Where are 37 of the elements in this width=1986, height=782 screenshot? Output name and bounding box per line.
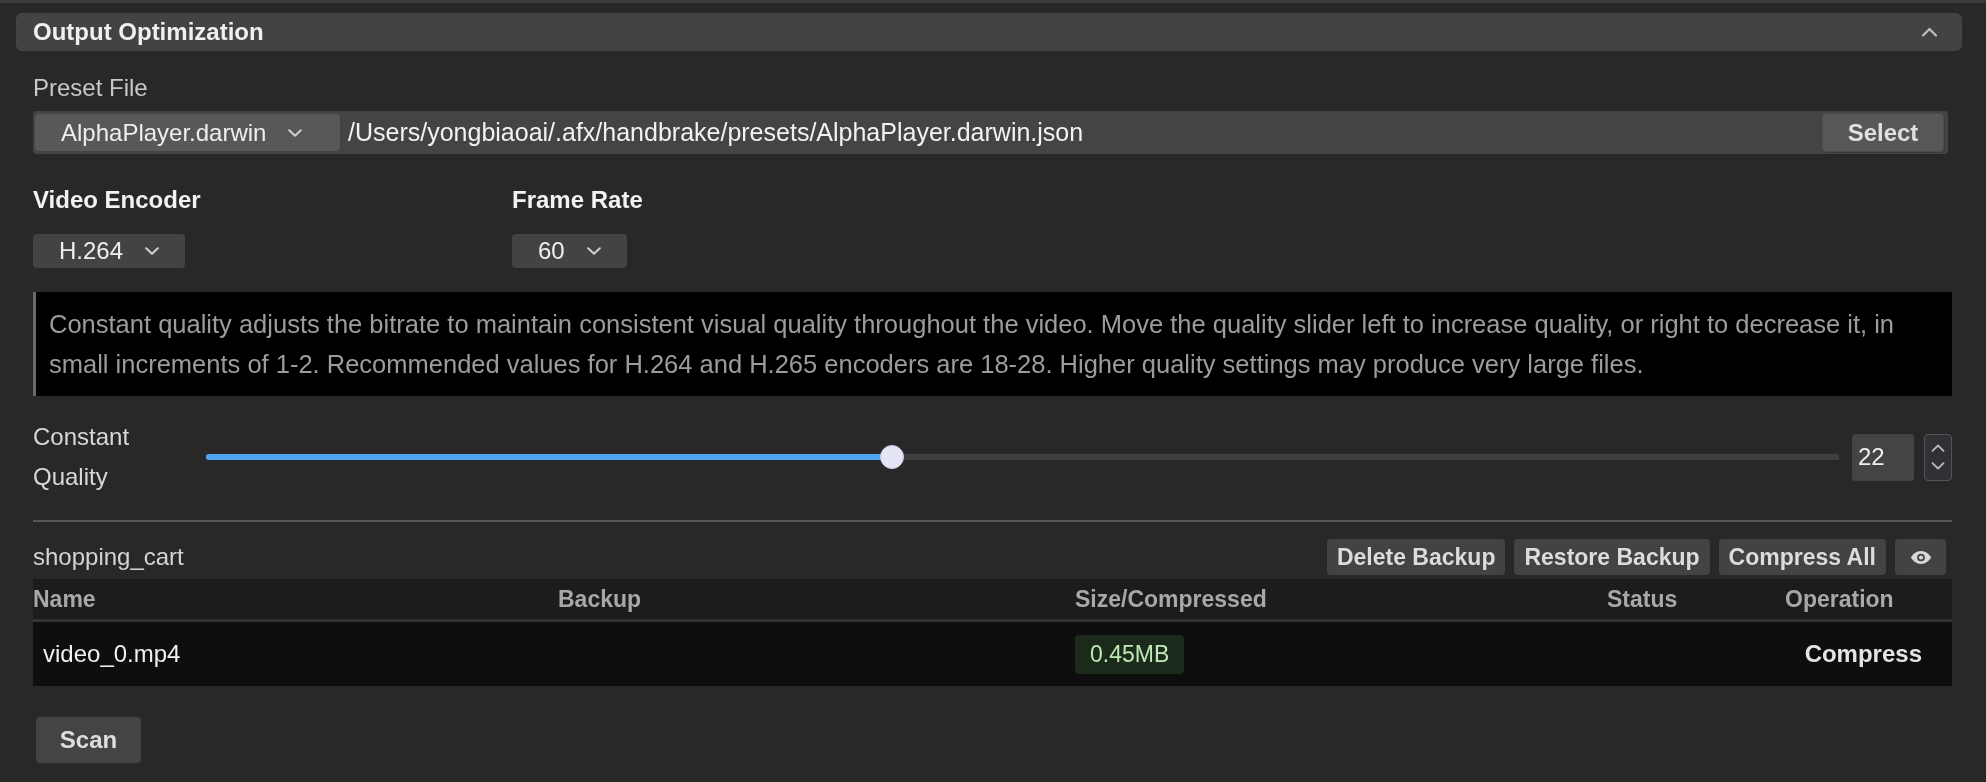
select-button[interactable]: Select bbox=[1822, 113, 1944, 152]
chevron-down-icon bbox=[586, 247, 601, 255]
preset-path: /Users/yongbiaoai/.afx/handbrake/presets/AlphaPlayer.darwin.json bbox=[348, 118, 1085, 147]
chevron-up-icon[interactable] bbox=[1931, 444, 1945, 452]
chevron-down-icon[interactable] bbox=[1931, 462, 1945, 470]
action-button[interactable]: Delete Backup bbox=[1326, 539, 1506, 575]
field-label: Preset File bbox=[33, 73, 149, 103]
preview-button[interactable] bbox=[1895, 539, 1946, 575]
column-header: Name bbox=[33, 585, 97, 613]
slider-thumb[interactable] bbox=[879, 445, 904, 469]
column-header: Size/Compressed bbox=[1075, 585, 1268, 613]
eye-icon bbox=[1909, 549, 1932, 565]
chevron-down-icon bbox=[145, 247, 160, 255]
preset-path-field[interactable]: AlphaPlayer.darwin /Users/yongbiaoai/.afx/handbrake/presets/AlphaPlayer.darwin.json Select bbox=[33, 111, 1948, 154]
frame-rate-dropdown[interactable]: 60 bbox=[512, 234, 627, 268]
section-header[interactable]: Output Optimization bbox=[16, 13, 1962, 51]
field-label: Video Encoder bbox=[33, 185, 201, 215]
scan-button[interactable]: Scan bbox=[36, 717, 141, 763]
field-label: Frame Rate bbox=[512, 185, 643, 215]
field-label: Constant Quality bbox=[33, 422, 131, 492]
stepper[interactable] bbox=[1924, 433, 1952, 481]
column-header: Status bbox=[1607, 585, 1679, 613]
encoder-dropdown[interactable]: H.264 bbox=[33, 234, 186, 268]
column-header: Operation bbox=[1785, 585, 1895, 613]
size-badge: 0.45MB bbox=[1075, 634, 1185, 674]
chevron-down-icon bbox=[288, 128, 303, 137]
compress-link[interactable]: Compress bbox=[1804, 640, 1922, 668]
chevron-up-icon[interactable] bbox=[1921, 27, 1938, 37]
description-note: Constant quality adjusts the bitrate to maintain consistent visual quality throughout the video. Move the quality slider left to increase quality, or right to decrease it, in small increments of 1-2. Recommended values for H.264 and H.265 encoders are 18-28. Higher quality settings may produce very large files. bbox=[33, 292, 1952, 396]
list-title: shopping_cart bbox=[33, 543, 184, 571]
action-button[interactable]: Restore Backup bbox=[1514, 539, 1710, 575]
quality-input[interactable]: 22 bbox=[1852, 433, 1914, 481]
section-title: Output Optimization bbox=[33, 18, 264, 46]
table-cell-text: video_0.mp4 bbox=[42, 640, 182, 668]
column-header: Backup bbox=[558, 585, 643, 613]
action-button[interactable]: Compress All bbox=[1718, 539, 1886, 575]
preset-dropdown[interactable]: AlphaPlayer.darwin bbox=[35, 114, 340, 151]
